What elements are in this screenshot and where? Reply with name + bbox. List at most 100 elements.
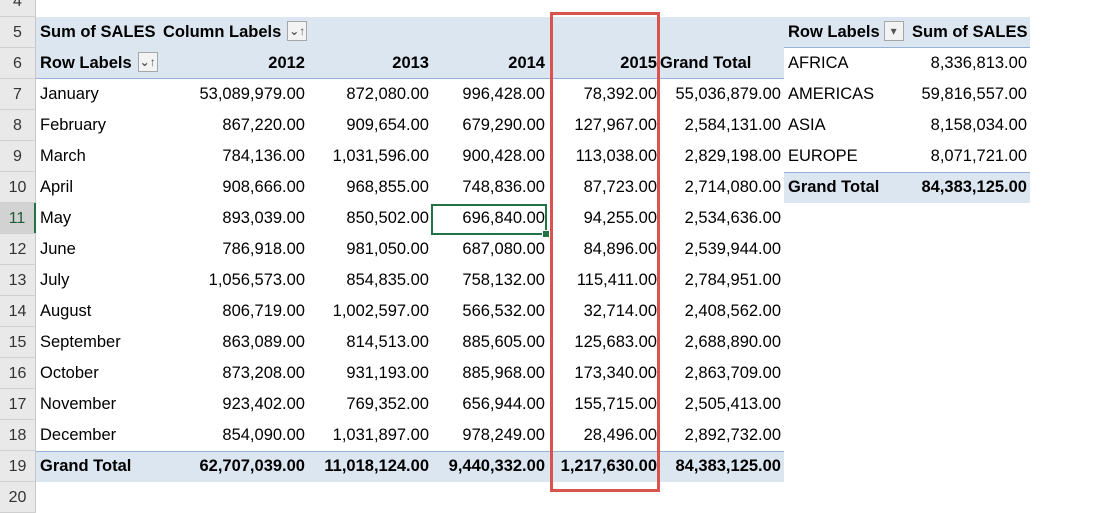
value-cell[interactable]: 687,080.00 bbox=[432, 234, 548, 265]
row-label-november[interactable]: November bbox=[36, 389, 166, 420]
grand-total-value[interactable]: 1,217,630.00 bbox=[548, 451, 660, 482]
value-cell[interactable]: 981,050.00 bbox=[308, 234, 432, 265]
value-cell[interactable]: 2,784,951.00 bbox=[660, 265, 784, 296]
value-cell[interactable]: 893,039.00 bbox=[166, 203, 308, 234]
value-cell[interactable]: 2,863,709.00 bbox=[660, 358, 784, 389]
row-header[interactable]: 15 bbox=[0, 327, 36, 358]
region-grand-total-value[interactable]: 84,383,125.00 bbox=[906, 172, 1030, 203]
value-cell[interactable]: 900,428.00 bbox=[432, 141, 548, 172]
row-label-april[interactable]: April bbox=[36, 172, 166, 203]
row-header[interactable]: 11 bbox=[0, 203, 36, 234]
region-label-europe[interactable]: EUROPE bbox=[784, 141, 906, 172]
grand-total-value[interactable]: 9,440,332.00 bbox=[432, 451, 548, 482]
row-header[interactable]: 5 bbox=[0, 17, 36, 48]
value-cell[interactable]: 872,080.00 bbox=[308, 79, 432, 110]
value-cell[interactable]: 84,896.00 bbox=[548, 234, 660, 265]
value-cell[interactable]: 2,829,198.00 bbox=[660, 141, 784, 172]
row-header[interactable]: 7 bbox=[0, 79, 36, 110]
value-cell[interactable]: 863,089.00 bbox=[166, 327, 308, 358]
value-cell[interactable]: 923,402.00 bbox=[166, 389, 308, 420]
row-header[interactable]: 14 bbox=[0, 296, 36, 327]
row-label-january[interactable]: January bbox=[36, 79, 166, 110]
row-label-december[interactable]: December bbox=[36, 420, 166, 451]
value-cell[interactable]: 2,505,413.00 bbox=[660, 389, 784, 420]
row-header[interactable]: 4 bbox=[0, 0, 36, 17]
value-cell[interactable]: 173,340.00 bbox=[548, 358, 660, 389]
value-cell[interactable]: 784,136.00 bbox=[166, 141, 308, 172]
value-cell[interactable]: 28,496.00 bbox=[548, 420, 660, 451]
row-header[interactable]: 12 bbox=[0, 234, 36, 265]
value-cell[interactable]: 786,918.00 bbox=[166, 234, 308, 265]
row-header[interactable]: 18 bbox=[0, 420, 36, 451]
row-label-october[interactable]: October bbox=[36, 358, 166, 389]
value-cell[interactable]: 931,193.00 bbox=[308, 358, 432, 389]
row-header[interactable]: 6 bbox=[0, 48, 36, 79]
column-header-2013[interactable]: 2013 bbox=[308, 48, 432, 79]
row-header[interactable]: 16 bbox=[0, 358, 36, 389]
value-cell[interactable]: 806,719.00 bbox=[166, 296, 308, 327]
value-cell[interactable]: 94,255.00 bbox=[548, 203, 660, 234]
value-cell[interactable]: 125,683.00 bbox=[548, 327, 660, 358]
value-cell[interactable]: 113,038.00 bbox=[548, 141, 660, 172]
row-label-september[interactable]: September bbox=[36, 327, 166, 358]
row-label-june[interactable]: June bbox=[36, 234, 166, 265]
row-header[interactable]: 17 bbox=[0, 389, 36, 420]
row-label-august[interactable]: August bbox=[36, 296, 166, 327]
region-filter-button[interactable]: ▾ bbox=[883, 20, 904, 41]
region-value[interactable]: 8,158,034.00 bbox=[906, 110, 1030, 141]
value-cell[interactable]: 1,056,573.00 bbox=[166, 265, 308, 296]
value-cell[interactable]: 909,654.00 bbox=[308, 110, 432, 141]
value-cell[interactable]: 2,534,636.00 bbox=[660, 203, 784, 234]
value-cell[interactable]: 55,036,879.00 bbox=[660, 79, 784, 110]
column-header-2015[interactable]: 2015 bbox=[548, 48, 660, 79]
value-cell[interactable]: 978,249.00 bbox=[432, 420, 548, 451]
value-cell[interactable]: 2,688,890.00 bbox=[660, 327, 784, 358]
value-cell[interactable]: 656,944.00 bbox=[432, 389, 548, 420]
region-label-americas[interactable]: AMERICAS bbox=[784, 79, 906, 110]
row-labels-filter-button[interactable]: ⌄↑ bbox=[137, 51, 158, 72]
row-header[interactable]: 9 bbox=[0, 141, 36, 172]
column-header-grand-total[interactable]: Grand Total bbox=[658, 48, 782, 79]
row-label-march[interactable]: March bbox=[36, 141, 166, 172]
column-header-2012[interactable]: 2012 bbox=[166, 48, 308, 79]
value-cell[interactable]: 78,392.00 bbox=[548, 79, 660, 110]
value-cell[interactable]: 53,089,979.00 bbox=[166, 79, 308, 110]
value-cell[interactable]: 748,836.00 bbox=[432, 172, 548, 203]
row-label-july[interactable]: July bbox=[36, 265, 166, 296]
value-cell[interactable]: 2,714,080.00 bbox=[660, 172, 784, 203]
value-cell[interactable]: 968,855.00 bbox=[308, 172, 432, 203]
row-label-may[interactable]: May bbox=[36, 203, 166, 234]
grand-total-value[interactable]: 62,707,039.00 bbox=[166, 451, 308, 482]
value-cell[interactable]: 814,513.00 bbox=[308, 327, 432, 358]
value-cell[interactable]: 867,220.00 bbox=[166, 110, 308, 141]
row-header[interactable]: 10 bbox=[0, 172, 36, 203]
value-cell[interactable]: 87,723.00 bbox=[548, 172, 660, 203]
row-header[interactable]: 20 bbox=[0, 482, 36, 513]
region-label-asia[interactable]: ASIA bbox=[784, 110, 906, 141]
value-cell[interactable]: 885,605.00 bbox=[432, 327, 548, 358]
row-label-february[interactable]: February bbox=[36, 110, 166, 141]
value-cell[interactable]: 850,502.00 bbox=[308, 203, 432, 234]
value-cell[interactable]: 854,090.00 bbox=[166, 420, 308, 451]
value-cell[interactable]: 127,967.00 bbox=[548, 110, 660, 141]
value-cell[interactable]: 1,031,596.00 bbox=[308, 141, 432, 172]
value-cell[interactable]: 155,715.00 bbox=[548, 389, 660, 420]
value-cell[interactable]: 873,208.00 bbox=[166, 358, 308, 389]
value-cell[interactable]: 885,968.00 bbox=[432, 358, 548, 389]
value-cell[interactable]: 1,002,597.00 bbox=[308, 296, 432, 327]
column-labels-filter-button[interactable]: ⌄↑ bbox=[287, 20, 308, 41]
value-cell[interactable]: 2,584,131.00 bbox=[660, 110, 784, 141]
row-header[interactable]: 13 bbox=[0, 265, 36, 296]
value-cell[interactable]: 2,892,732.00 bbox=[660, 420, 784, 451]
value-cell[interactable]: 32,714.00 bbox=[548, 296, 660, 327]
region-value[interactable]: 8,071,721.00 bbox=[906, 141, 1030, 172]
value-cell[interactable]: 115,411.00 bbox=[548, 265, 660, 296]
fill-handle[interactable] bbox=[542, 230, 550, 238]
grand-total-value[interactable]: 11,018,124.00 bbox=[308, 451, 432, 482]
row-header[interactable]: 19 bbox=[0, 451, 36, 482]
value-cell[interactable]: 1,031,897.00 bbox=[308, 420, 432, 451]
value-cell[interactable]: 2,408,562.00 bbox=[660, 296, 784, 327]
active-cell-selection[interactable] bbox=[431, 204, 547, 235]
column-header-2014[interactable]: 2014 bbox=[432, 48, 548, 79]
region-value[interactable]: 59,816,557.00 bbox=[906, 79, 1030, 110]
